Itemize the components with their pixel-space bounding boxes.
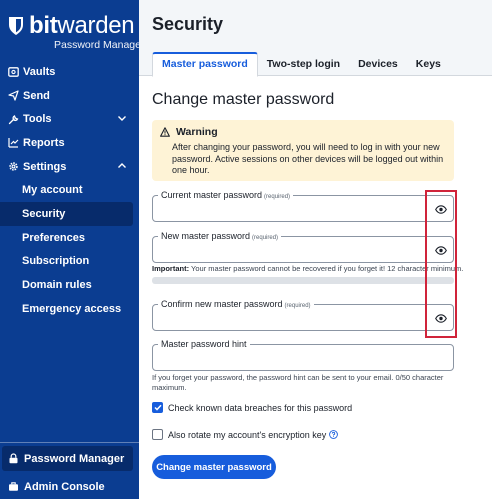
page-title: Security: [152, 14, 224, 34]
sidebar-item-tools[interactable]: Tools: [0, 107, 139, 131]
sidebar-item-security[interactable]: Security: [0, 202, 133, 226]
tab-two-step-login[interactable]: Two-step login: [258, 52, 349, 76]
important-text: Your master password cannot be recovered…: [189, 264, 464, 273]
check-breaches-label[interactable]: Check known data breaches for this passw…: [168, 403, 352, 413]
password-hint-label: Master password hint: [158, 339, 250, 350]
current-password-field: Current master password (required): [152, 190, 454, 222]
briefcase-icon: [8, 481, 19, 492]
new-password-input[interactable]: [159, 242, 419, 258]
password-hint-field: Master password hint: [152, 339, 454, 371]
highlight-annotation: [425, 190, 457, 338]
confirm-password-input[interactable]: [159, 310, 419, 326]
rotate-key-row: Also rotate my account's encryption key: [152, 429, 339, 440]
vault-icon: [8, 66, 19, 77]
important-label: Important:: [152, 264, 190, 273]
sidebar-item-label: Send: [23, 89, 50, 102]
sidebar-item-send[interactable]: Send: [0, 84, 139, 108]
sidebar-item-label: Settings: [23, 160, 67, 173]
warning-callout: Warning After changing your password, yo…: [152, 120, 454, 181]
sidebar-item-my-account[interactable]: My account: [0, 178, 139, 202]
send-icon: [8, 90, 19, 101]
shield-logo-icon: [9, 17, 23, 35]
brand-subtitle: Password Manager: [54, 39, 145, 51]
password-strength-meter: [152, 277, 454, 284]
required-marker: (required): [264, 194, 291, 200]
rotate-key-checkbox[interactable]: [152, 429, 163, 440]
required-marker: (required): [284, 303, 311, 309]
current-password-label: Current master password: [161, 190, 263, 200]
hint-help-text: If you forget your password, the passwor…: [152, 373, 444, 392]
check-breaches-checkbox[interactable]: [152, 402, 163, 413]
warning-icon: [160, 127, 170, 137]
check-breaches-row: Check known data breaches for this passw…: [152, 402, 352, 413]
sidebar-item-reports[interactable]: Reports: [0, 131, 139, 155]
tab-bar: Master password Two-step login Devices K…: [152, 52, 450, 77]
sidebar-item-domain-rules[interactable]: Domain rules: [0, 273, 139, 297]
tab-devices[interactable]: Devices: [349, 52, 407, 76]
sidebar: bitwarden Password Manager Vaults Send T…: [0, 0, 144, 499]
page-header: Security Master password Two-step login …: [139, 0, 492, 77]
product-switcher: Password Manager Admin Console: [0, 442, 139, 499]
section-heading: Change master password: [152, 91, 335, 108]
checkmark-icon: [153, 404, 162, 411]
sidebar-item-subscription[interactable]: Subscription: [0, 250, 139, 274]
confirm-password-field: Confirm new master password (required): [152, 299, 454, 331]
sidebar-item-emergency-access[interactable]: Emergency access: [0, 297, 139, 321]
sidebar-item-label: Tools: [23, 113, 52, 126]
warning-text: After changing your password, you will n…: [172, 142, 444, 175]
product-password-manager[interactable]: Password Manager: [2, 446, 133, 471]
lock-icon: [8, 453, 19, 464]
tab-keys[interactable]: Keys: [407, 52, 450, 76]
product-admin-console[interactable]: Admin Console: [0, 474, 139, 499]
rotate-key-label[interactable]: Also rotate my account's encryption key: [168, 430, 326, 440]
change-master-password-button[interactable]: Change master password: [152, 455, 276, 479]
sidebar-item-label: Reports: [23, 136, 65, 149]
sidebar-item-vaults[interactable]: Vaults: [0, 60, 139, 84]
password-requirement-note: Important: Your master password cannot b…: [152, 264, 463, 274]
sidebar-item-preferences[interactable]: Preferences: [0, 226, 139, 250]
chevron-up-icon: [118, 162, 126, 168]
help-question-icon[interactable]: [329, 430, 339, 439]
new-password-field: New master password (required): [152, 231, 454, 263]
new-password-label: New master password: [161, 231, 251, 241]
confirm-password-label: Confirm new master password: [161, 299, 283, 309]
main-content: Security Master password Two-step login …: [139, 0, 492, 499]
chevron-down-icon: [118, 116, 126, 122]
sidebar-nav: Vaults Send Tools Reports Settings My ac…: [0, 60, 139, 321]
gear-icon: [8, 161, 19, 172]
sidebar-item-label: Vaults: [23, 65, 56, 78]
wrench-icon: [8, 114, 19, 125]
tab-master-password[interactable]: Master password: [152, 52, 258, 77]
password-hint-input[interactable]: [159, 350, 419, 366]
current-password-input[interactable]: [159, 201, 419, 217]
required-marker: (required): [252, 235, 279, 241]
product-label: Admin Console: [24, 480, 105, 493]
sidebar-item-settings[interactable]: Settings: [0, 155, 139, 179]
brand-name: bitwarden: [29, 12, 135, 39]
reports-icon: [8, 137, 19, 149]
product-label: Password Manager: [24, 452, 125, 465]
warning-title: Warning: [176, 126, 218, 138]
